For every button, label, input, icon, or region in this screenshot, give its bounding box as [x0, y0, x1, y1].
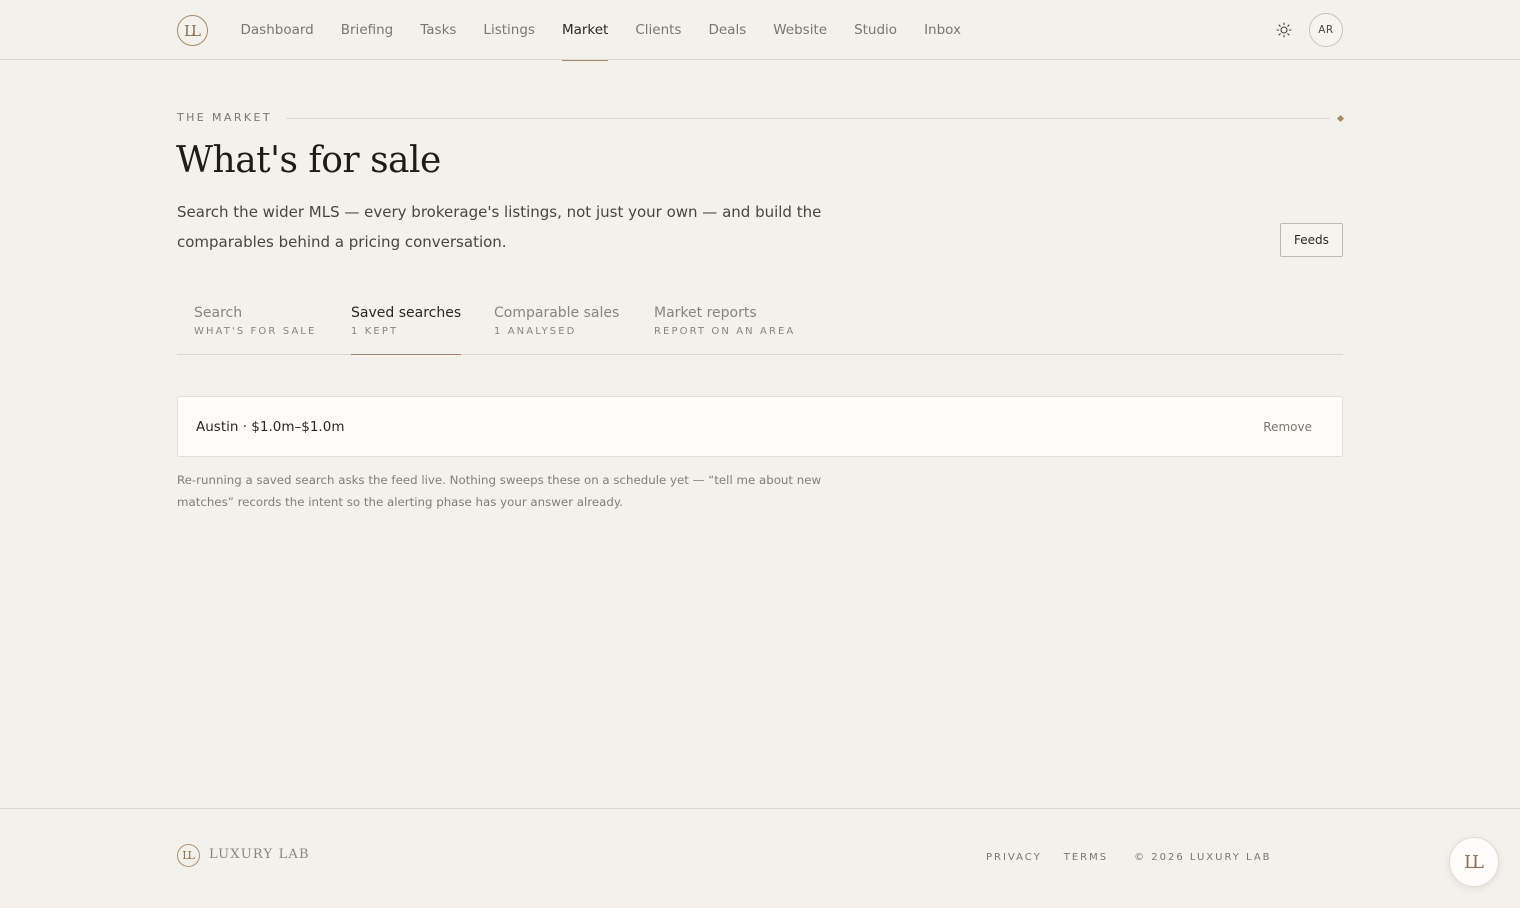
tab-saved-searches[interactable]: Saved searches 1 KEPT [351, 296, 462, 355]
tab-label: Saved searches [351, 305, 462, 321]
footer-logo: LL [177, 844, 200, 867]
page-title: What's for sale [176, 140, 441, 181]
sun-icon [1276, 22, 1292, 38]
footer-brand-name: LUXURY LAB [209, 847, 310, 862]
feeds-button[interactable]: Feeds [1280, 223, 1343, 257]
nav-item-market[interactable]: Market [548, 0, 621, 61]
tab-sublabel: WHAT'S FOR SALE [194, 326, 317, 337]
tab-comparable-sales[interactable]: Comparable sales 1 ANALYSED [494, 296, 619, 354]
section-eyebrow: THE MARKET [177, 111, 272, 124]
tab-sublabel: REPORT ON AN AREA [654, 326, 796, 337]
page-footer: LL LUXURY LAB PRIVACY TERMS © 2026 LUXUR… [0, 808, 1520, 908]
user-avatar[interactable]: AR [1309, 13, 1343, 47]
tab-sublabel: 1 KEPT [351, 326, 399, 337]
tab-sublabel: 1 ANALYSED [494, 326, 577, 337]
tab-market-reports[interactable]: Market reports REPORT ON AN AREA [654, 296, 795, 354]
nav-item-inbox[interactable]: Inbox [911, 0, 975, 60]
eyebrow-divider [286, 118, 1330, 119]
saved-search-helper-note: Re-running a saved search asks the feed … [177, 473, 822, 509]
assistant-launcher-button[interactable]: LL [1449, 837, 1499, 887]
brand-logo[interactable]: LL [177, 15, 208, 46]
nav-item-tasks[interactable]: Tasks [407, 0, 470, 60]
nav-item-clients[interactable]: Clients [622, 0, 695, 60]
footer-copyright: © 2026 LUXURY LAB [1134, 852, 1272, 863]
nav-item-website[interactable]: Website [760, 0, 841, 60]
diamond-ornament-icon [1336, 114, 1345, 123]
tab-label: Comparable sales [494, 305, 620, 321]
nav-item-dashboard[interactable]: Dashboard [227, 0, 327, 60]
saved-search-item: Austin · $1.0m–$1.0m Remove [177, 396, 1343, 457]
remove-saved-search-button[interactable]: Remove [1263, 420, 1312, 434]
page-description: Search the wider MLS — every brokerage's… [177, 203, 822, 251]
nav-item-briefing[interactable]: Briefing [327, 0, 407, 60]
nav-item-listings[interactable]: Listings [470, 0, 549, 60]
market-tabs: Search WHAT'S FOR SALE Saved searches 1 … [177, 296, 1343, 355]
footer-link-privacy[interactable]: PRIVACY [986, 852, 1042, 863]
nav-item-studio[interactable]: Studio [841, 0, 911, 60]
top-navigation-bar: LL Dashboard Briefing Tasks Listings Mar… [0, 0, 1520, 61]
footer-link-terms[interactable]: TERMS [1064, 852, 1108, 863]
saved-search-name[interactable]: Austin · $1.0m–$1.0m [196, 419, 344, 435]
footer-links: PRIVACY TERMS © 2026 LUXURY LAB [986, 852, 1272, 863]
tab-label: Search [194, 305, 243, 321]
theme-toggle-button[interactable] [1272, 18, 1296, 42]
tab-label: Market reports [654, 305, 757, 321]
main-nav: Dashboard Briefing Tasks Listings Market… [227, 0, 975, 61]
nav-item-deals[interactable]: Deals [695, 0, 760, 60]
tab-search[interactable]: Search WHAT'S FOR SALE [194, 296, 316, 354]
